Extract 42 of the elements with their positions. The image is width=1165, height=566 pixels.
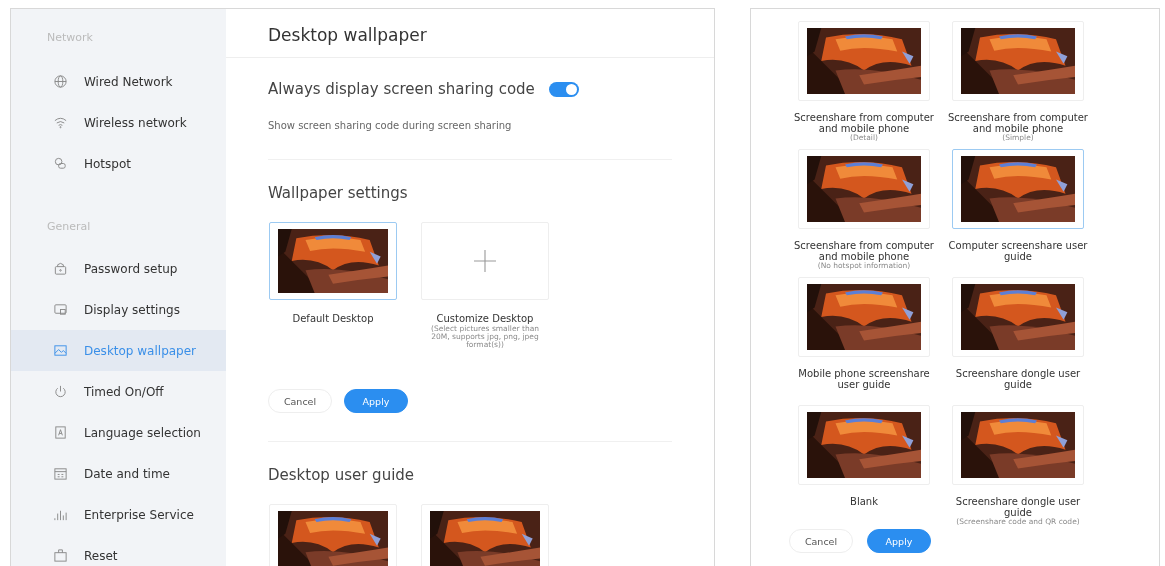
cancel-button[interactable]: Cancel (789, 529, 853, 553)
thumbnail-caption: Screenshare dongle user guide (954, 497, 1082, 518)
thumbnail-caption: Screenshare from computer and mobile phone (793, 241, 935, 262)
cancel-button[interactable]: Cancel (268, 389, 332, 414)
sidebar-item[interactable]: Date and time (11, 453, 226, 494)
section-title: Wallpaper settings (268, 184, 409, 202)
add-wallpaper-tile[interactable] (421, 222, 549, 300)
display-icon (53, 302, 68, 317)
calendar-icon (53, 466, 68, 481)
lang-icon (53, 425, 68, 440)
power-icon (53, 384, 68, 399)
section-label: General (46, 220, 92, 235)
section-label: Network (46, 31, 94, 46)
thumbnail-caption: Default Desktop (292, 314, 374, 325)
sidebar-item[interactable]: Reset (11, 535, 226, 566)
thumbnail-caption: Screenshare from computer and mobile phone (947, 113, 1089, 134)
sidebar-item[interactable]: Hotspot (11, 143, 226, 184)
sidebar-item[interactable]: Timed On/Off (11, 371, 226, 412)
wallpaper-thumbnail[interactable] (952, 149, 1084, 229)
sidebar-item[interactable]: Language selection (11, 412, 226, 453)
thumbnail-caption: Blank (849, 497, 879, 508)
image-icon (53, 343, 68, 358)
wallpaper-thumbnail[interactable] (269, 222, 397, 300)
sidebar-item[interactable]: Password setup (11, 248, 226, 289)
sidebar-item[interactable]: Display settings (11, 289, 226, 330)
toggle-switch[interactable] (548, 81, 579, 97)
thumbnail-caption: Customize Desktop (436, 314, 534, 325)
lock-icon (53, 261, 68, 276)
sidebar-item[interactable]: Enterprise Service (11, 494, 226, 535)
thumbnail-caption: Computer screenshare user guide (947, 241, 1089, 262)
globe-icon (53, 74, 68, 89)
sidebar-item[interactable]: Wireless network (11, 102, 226, 143)
setting-label: Always display screen sharing code (268, 80, 535, 98)
setting-description: Show screen sharing code during screen sharing (268, 120, 513, 131)
wifi-icon (53, 115, 68, 130)
sidebar-item[interactable]: Wired Network (11, 61, 226, 102)
thumbnail-caption: Mobile phone screenshare user guide (797, 369, 931, 390)
page-title: Desktop wallpaper (226, 9, 714, 58)
thumbnail-caption: Screenshare dongle user guide (954, 369, 1082, 390)
section-title: Desktop user guide (268, 466, 416, 485)
plus-icon (474, 250, 496, 272)
thumbnail-caption: Screenshare from computer and mobile phone (793, 113, 935, 134)
